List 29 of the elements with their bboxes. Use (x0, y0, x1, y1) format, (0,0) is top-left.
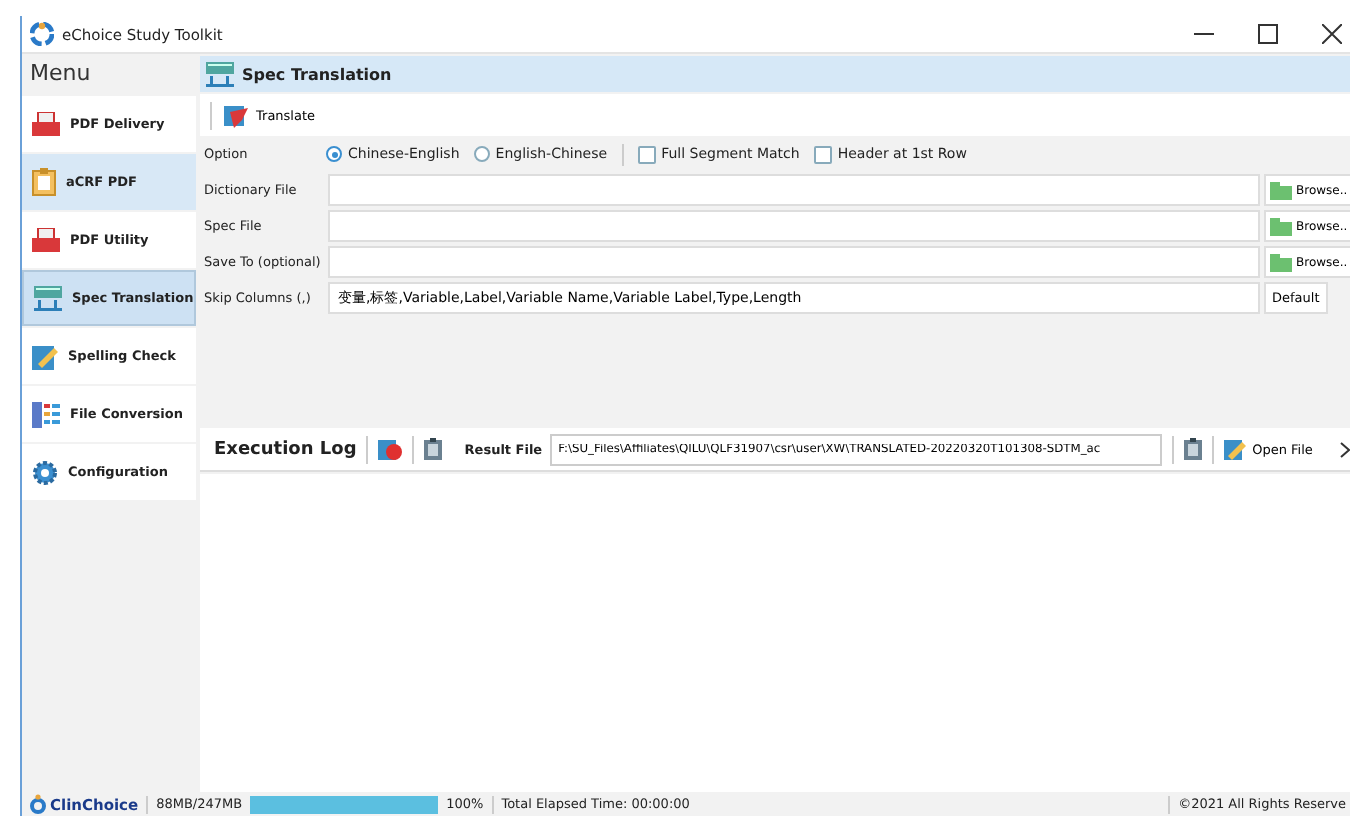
text-field[interactable] (328, 246, 1260, 278)
chevron-icon (1340, 441, 1350, 457)
grid-icon (32, 401, 60, 427)
logo-mark-icon (30, 794, 46, 814)
pdf-file-icon (32, 112, 60, 136)
pdf-file-icon (32, 228, 60, 252)
radio-button[interactable] (326, 146, 342, 162)
folder-icon (1270, 217, 1292, 235)
text-field[interactable] (328, 210, 1260, 242)
table-icon (34, 285, 62, 311)
app-logo-icon (30, 22, 54, 46)
log-title: Execution Log (214, 439, 357, 459)
close-icon (1322, 24, 1342, 44)
clipboard-icon (1184, 438, 1203, 460)
pencil-note-icon (1224, 438, 1247, 460)
folder-icon (1270, 181, 1292, 199)
stop-record-icon (378, 437, 403, 461)
panel-title: Spec Translation (242, 65, 392, 83)
radio-button[interactable] (473, 146, 490, 162)
maximize-icon (1258, 24, 1278, 44)
folder-icon (1270, 253, 1292, 271)
menu-title: Menu (28, 58, 93, 90)
text-field[interactable] (328, 174, 1260, 206)
gear-icon (32, 459, 58, 485)
pencil-note-icon (32, 343, 58, 369)
clipboard-icon (32, 168, 56, 196)
flag-pin-icon (224, 103, 248, 127)
clipboard-icon (424, 438, 443, 460)
table-icon (206, 61, 234, 87)
